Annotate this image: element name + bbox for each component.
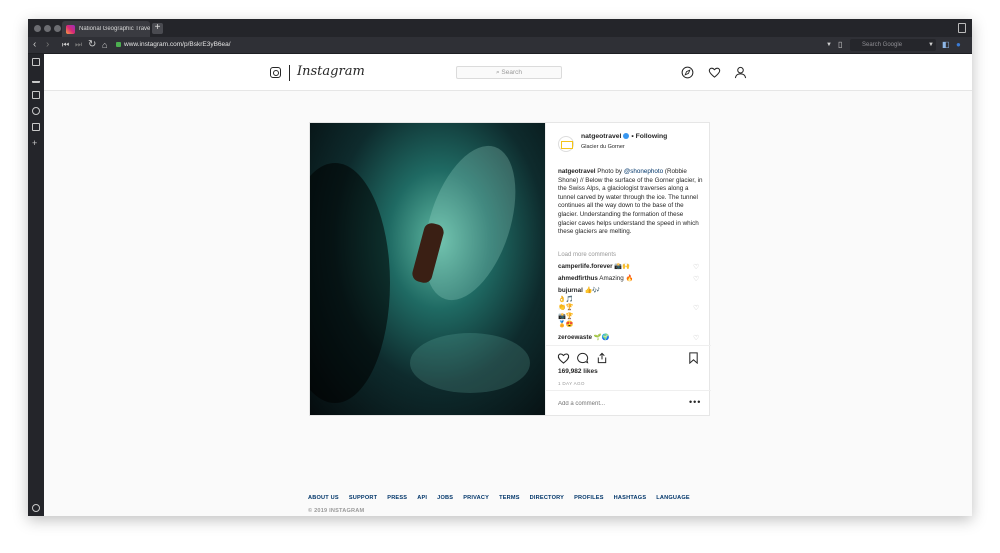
post-card: natgeotravel • Following Glacier du Gorn…: [309, 122, 711, 416]
post-actions: 169,982 likes 1 DAY AGO •••: [546, 345, 711, 415]
post-photo[interactable]: [310, 123, 545, 415]
comment-like-heart-icon[interactable]: ♡: [693, 305, 699, 312]
username-link[interactable]: natgeotravel: [581, 133, 621, 140]
footer-link-press[interactable]: PRESS: [387, 495, 407, 501]
search-placeholder: Search: [501, 69, 523, 76]
comment-like-heart-icon[interactable]: ♡: [693, 276, 699, 283]
copyright-text: © 2019 INSTAGRAM: [308, 508, 365, 514]
logo-divider: [289, 65, 290, 81]
footer-link-hashtags[interactable]: HASHTAGS: [614, 495, 647, 501]
footer-link-directory[interactable]: DIRECTORY: [530, 495, 564, 501]
natgeo-travel-avatar[interactable]: [558, 136, 574, 152]
more-options-button[interactable]: •••: [689, 397, 701, 407]
browser-search-input[interactable]: Search Google: [850, 39, 936, 51]
history-icon[interactable]: [32, 107, 40, 115]
address-bar: ‹ › ⏮ ⏭ ↻ ⌂ www.instagram.com/p/BskrE3yB…: [28, 37, 972, 54]
url-field[interactable]: www.instagram.com/p/BskrE3yB6ea/: [124, 39, 824, 51]
add-comment-input[interactable]: [558, 399, 678, 409]
add-panel-icon[interactable]: +: [32, 139, 40, 148]
likes-count[interactable]: 169,982 likes: [558, 368, 598, 375]
bookmark-page-icon[interactable]: ▯: [838, 39, 842, 51]
comment-like-heart-icon[interactable]: ♡: [693, 264, 699, 271]
browser-sidebar: +: [28, 54, 44, 516]
caption-text: (Robbie Shone) // Below the surface of t…: [558, 168, 703, 236]
footer-links: ABOUT US SUPPORT PRESS API JOBS PRIVACY …: [308, 495, 690, 501]
share-icon[interactable]: [596, 352, 608, 364]
bookmarks-icon[interactable]: [32, 58, 40, 66]
footer-link-about[interactable]: ABOUT US: [308, 495, 339, 501]
window-minimize-button[interactable]: [44, 25, 51, 32]
new-tab-button[interactable]: +: [152, 23, 163, 34]
profile-user-icon[interactable]: [734, 66, 747, 79]
footer-link-jobs[interactable]: JOBS: [437, 495, 453, 501]
post-timestamp[interactable]: 1 DAY AGO: [558, 381, 585, 386]
tab-bar: National Geographic Travel +: [28, 19, 972, 37]
reload-icon[interactable]: ↻: [88, 39, 96, 51]
panel-icon[interactable]: [32, 123, 40, 131]
secure-lock-icon: [116, 42, 121, 47]
comment-username[interactable]: zeroewaste: [558, 334, 592, 341]
comment-text: 🌱🌍: [593, 334, 610, 341]
comment-bubble-icon[interactable]: [576, 352, 589, 364]
comment-username[interactable]: camperlife.forever: [558, 263, 613, 270]
forward-icon[interactable]: ›: [46, 39, 49, 51]
comment-username[interactable]: ahmedfirthus: [558, 275, 598, 282]
back-icon[interactable]: ‹: [33, 39, 36, 51]
comment-text: Amazing 🔥: [599, 275, 634, 282]
following-button[interactable]: • Following: [631, 133, 667, 140]
post-caption: natgeotravel Photo by @shonephoto (Robbi…: [558, 168, 703, 237]
instagram-header: Instagram ⌕ Search: [44, 54, 972, 91]
photo-ice-shape: [410, 333, 530, 393]
footer-link-support[interactable]: SUPPORT: [349, 495, 377, 501]
save-bookmark-icon[interactable]: [688, 352, 699, 364]
location-link[interactable]: Glacier du Gorner: [581, 144, 625, 150]
instagram-favicon-icon: [66, 24, 75, 34]
comment-item: camperlife.forever 📸🙌: [558, 263, 698, 272]
post-header-username: natgeotravel • Following: [581, 133, 667, 140]
tab-title: National Geographic Travel: [79, 26, 150, 32]
photo-shadow-shape: [310, 163, 390, 403]
settings-gear-icon[interactable]: [32, 504, 40, 512]
activity-heart-icon[interactable]: [708, 66, 721, 79]
footer-link-api[interactable]: API: [417, 495, 427, 501]
caption-mention-link[interactable]: @shonephoto: [624, 168, 663, 175]
window-maximize-button[interactable]: [54, 25, 61, 32]
load-more-comments-link[interactable]: Load more comments: [558, 252, 616, 258]
like-heart-icon[interactable]: [557, 352, 570, 364]
trash-icon[interactable]: [958, 23, 966, 33]
footer-link-terms[interactable]: TERMS: [499, 495, 520, 501]
caption-username[interactable]: natgeotravel: [558, 168, 595, 175]
comment-text: 📸🙌: [614, 263, 631, 270]
home-icon[interactable]: ⌂: [102, 39, 107, 51]
instagram-search-input[interactable]: ⌕ Search: [456, 66, 562, 79]
post-info-panel: natgeotravel • Following Glacier du Gorn…: [545, 123, 711, 415]
explore-compass-icon[interactable]: [681, 66, 694, 79]
footer-link-privacy[interactable]: PRIVACY: [463, 495, 489, 501]
footer-link-profiles[interactable]: PROFILES: [574, 495, 604, 501]
dropdown-icon[interactable]: ▼: [826, 39, 832, 51]
search-engine-dropdown-icon[interactable]: ▼: [928, 39, 934, 51]
comment-item: bujurnal 👍🎶 👌🎵 👏🏆 📸🏆 🏅😍: [558, 287, 698, 330]
browser-tab[interactable]: National Geographic Travel: [62, 21, 150, 37]
comment-username[interactable]: bujurnal: [558, 287, 583, 294]
comment-item: zeroewaste 🌱🌍: [558, 334, 698, 343]
verified-badge-icon: [623, 133, 630, 140]
caption-prefix: Photo by: [597, 168, 623, 175]
extension-icon[interactable]: ◧: [942, 39, 950, 51]
add-comment-section: •••: [546, 390, 711, 416]
profile-extension-icon[interactable]: ●: [956, 39, 961, 51]
browser-window: National Geographic Travel + ‹ › ⏮ ⏭ ↻ ⌂…: [28, 19, 972, 516]
page-content: Instagram ⌕ Search natgeotravel • Follow…: [44, 54, 972, 516]
footer-link-language[interactable]: LANGUAGE: [656, 495, 690, 501]
rewind-icon[interactable]: ⏮: [62, 39, 69, 51]
window-close-button[interactable]: [34, 25, 41, 32]
instagram-camera-icon[interactable]: [270, 67, 281, 78]
instagram-wordmark[interactable]: Instagram: [297, 64, 365, 79]
comment-like-heart-icon[interactable]: ♡: [693, 335, 699, 342]
fast-forward-icon[interactable]: ⏭: [75, 39, 82, 51]
comment-item: ahmedfirthus Amazing 🔥: [558, 275, 698, 284]
notes-icon[interactable]: [32, 91, 40, 99]
photo-light-shape: [407, 134, 533, 312]
downloads-icon[interactable]: [32, 75, 40, 83]
